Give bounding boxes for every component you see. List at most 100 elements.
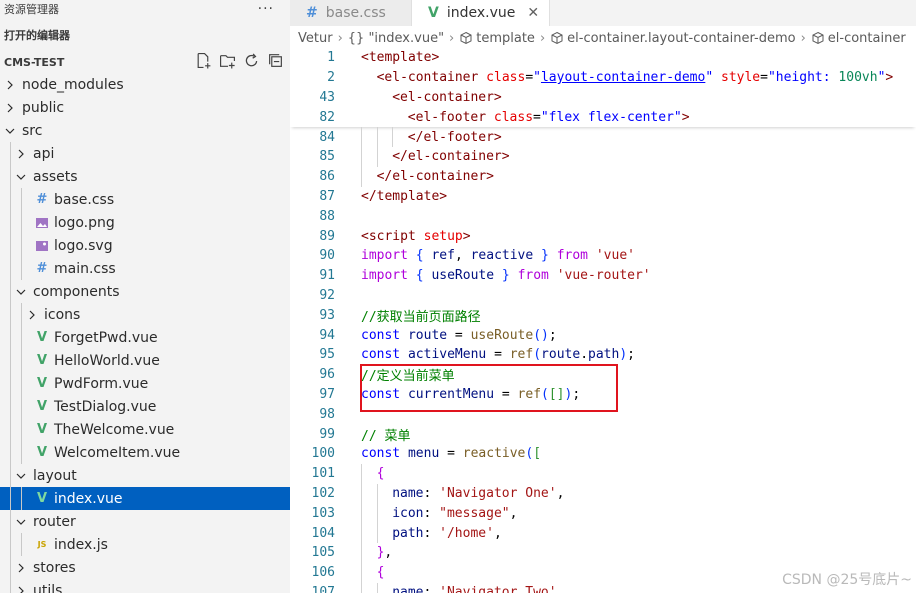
tree-folder[interactable]: assets — [0, 165, 290, 188]
code-line[interactable]: 96 //定义当前菜单 — [290, 365, 916, 385]
code-line[interactable]: 104 path: '/home', — [290, 523, 916, 543]
code-line[interactable]: 93 //获取当前页面路径 — [290, 305, 916, 325]
code-line[interactable]: 91 import { useRoute } from 'vue-router' — [290, 266, 916, 286]
sticky-scroll-line[interactable]: 2 <el-container class="layout-container-d… — [290, 67, 916, 88]
code-line[interactable]: 90 import { ref, reactive } from 'vue' — [290, 246, 916, 266]
line-number: 90 — [319, 248, 335, 264]
code-line[interactable]: 88 — [290, 206, 916, 226]
code-line[interactable]: 99 // 菜单 — [290, 424, 916, 444]
code-token: : — [423, 525, 440, 541]
code-line[interactable]: 102 name: 'Navigator One', — [290, 483, 916, 504]
code-line[interactable]: 98 — [290, 404, 916, 424]
code-line[interactable]: 97 const currentMenu = ref([]); — [290, 385, 916, 405]
tree-folder[interactable]: api — [0, 142, 290, 165]
new-folder-icon[interactable] — [219, 52, 236, 72]
code-text: // 菜单 — [335, 425, 410, 444]
tree-file[interactable]: # base.css — [0, 188, 290, 211]
tree-item-label: api — [33, 145, 55, 162]
refresh-icon[interactable] — [243, 52, 260, 72]
tree-folder[interactable]: router — [0, 510, 290, 533]
breadcrumb-label: Vetur — [298, 30, 333, 46]
code-line[interactable]: 95 const activeMenu = ref(route.path); — [290, 345, 916, 365]
tree-folder[interactable]: utils — [0, 579, 290, 593]
line-number: 99 — [319, 426, 335, 442]
more-actions-icon[interactable]: ··· — [258, 2, 274, 16]
tree-file[interactable]: logo.png — [0, 211, 290, 234]
code-text: const menu = reactive([ — [335, 446, 541, 461]
code-line[interactable]: 85 </el-container> — [290, 146, 916, 167]
code-token: > — [681, 109, 690, 125]
explorer-sidebar: 资源管理器 ··· 打开的编辑器 CMS-TEST node_modules pu… — [0, 0, 290, 593]
code-line[interactable]: 87 </template> — [290, 187, 916, 207]
code-line[interactable]: 105}, — [290, 542, 916, 563]
indent-guide — [361, 127, 362, 147]
code-line[interactable]: 92 — [290, 286, 916, 306]
open-editors-section[interactable]: 打开的编辑器 — [0, 18, 290, 52]
code-token: route — [541, 347, 581, 363]
tree-file[interactable]: # main.css — [0, 257, 290, 280]
tree-file[interactable]: V TestDialog.vue — [0, 395, 290, 418]
breadcrumb-item[interactable]: el-container — [811, 31, 906, 46]
code-token: setup — [423, 228, 463, 244]
tree-folder[interactable]: node_modules — [0, 73, 290, 96]
line-number: 94 — [319, 327, 335, 343]
indent-guide — [361, 523, 362, 543]
breadcrumb-item[interactable]: template — [459, 31, 535, 46]
indent-guide — [10, 510, 11, 533]
tab-index-vue[interactable]: Vindex.vue ✕ — [412, 0, 551, 26]
breadcrumb-item[interactable]: {} "index.vue" — [348, 31, 444, 46]
tree-folder[interactable]: components — [0, 280, 290, 303]
new-file-icon[interactable] — [195, 52, 212, 72]
tree-folder[interactable]: stores — [0, 556, 290, 579]
tree-file[interactable]: V PwdForm.vue — [0, 372, 290, 395]
code-token: } — [541, 248, 549, 264]
tree-file[interactable]: V HelloWorld.vue — [0, 349, 290, 372]
collapse-all-icon[interactable] — [267, 52, 284, 72]
sticky-scroll-line[interactable]: 43 <el-container> — [290, 87, 916, 108]
code-text: const activeMenu = ref(route.path); — [335, 347, 635, 362]
tree-file[interactable]: V WelcomeItem.vue — [0, 441, 290, 464]
code-line[interactable]: 84 </el-footer> — [290, 127, 916, 147]
breadcrumb-separator: › — [337, 30, 343, 46]
line-number: 86 — [319, 169, 335, 185]
code-token: ( — [541, 386, 549, 402]
tree-folder[interactable]: public — [0, 96, 290, 119]
tree-folder[interactable]: src — [0, 119, 290, 142]
code-text: <el-footer class="flex flex-center"> — [335, 110, 690, 125]
tree-file[interactable]: logo.svg — [0, 234, 290, 257]
tree-folder[interactable]: layout — [0, 464, 290, 487]
code-editor[interactable]: 1 <template> 2 <el-container class="layout-… — [290, 48, 916, 593]
indent-guide — [10, 280, 11, 303]
breadcrumb-item[interactable]: el-container.layout-container-demo — [550, 31, 796, 46]
tree-file[interactable]: V ForgetPwd.vue — [0, 326, 290, 349]
vue-file-icon: V — [36, 445, 48, 460]
code-line[interactable]: 101 { — [290, 463, 916, 484]
tab-base-css[interactable]: # base.css — [290, 0, 412, 26]
code-line[interactable]: 94 const route = useRoute(); — [290, 325, 916, 345]
project-section-header[interactable]: CMS-TEST — [0, 52, 290, 72]
code-token: path — [588, 347, 620, 363]
code-line[interactable]: 86 </el-container> — [290, 166, 916, 187]
code-token: import — [361, 248, 408, 264]
code-line[interactable]: 103 icon: "message", — [290, 503, 916, 524]
code-text: <template> — [335, 50, 439, 65]
line-number: 92 — [319, 287, 335, 303]
sticky-scroll-line[interactable]: 82 <el-footer class="flex flex-center"> — [290, 107, 916, 128]
tree-file[interactable]: Vindex.vue — [0, 487, 290, 510]
code-line[interactable]: 100 const menu = reactive([ — [290, 444, 916, 464]
breadcrumb-item[interactable]: Vetur — [298, 31, 333, 46]
code-token: = — [760, 70, 768, 86]
tree-file[interactable]: V TheWelcome.vue — [0, 418, 290, 441]
sticky-scroll-line[interactable]: 1 <template> — [290, 48, 916, 68]
indent-guide — [10, 165, 11, 188]
indent-guide — [21, 234, 22, 257]
tree-folder[interactable]: icons — [0, 303, 290, 326]
tree-file[interactable]: JS index.js — [0, 533, 290, 556]
line-number: 98 — [319, 406, 335, 422]
code-line[interactable]: 89 <script setup> — [290, 226, 916, 246]
tree-item-label: ForgetPwd.vue — [54, 329, 158, 346]
code-token: ; — [572, 386, 581, 402]
code-token: name — [392, 584, 424, 593]
close-icon[interactable]: ✕ — [527, 5, 539, 21]
